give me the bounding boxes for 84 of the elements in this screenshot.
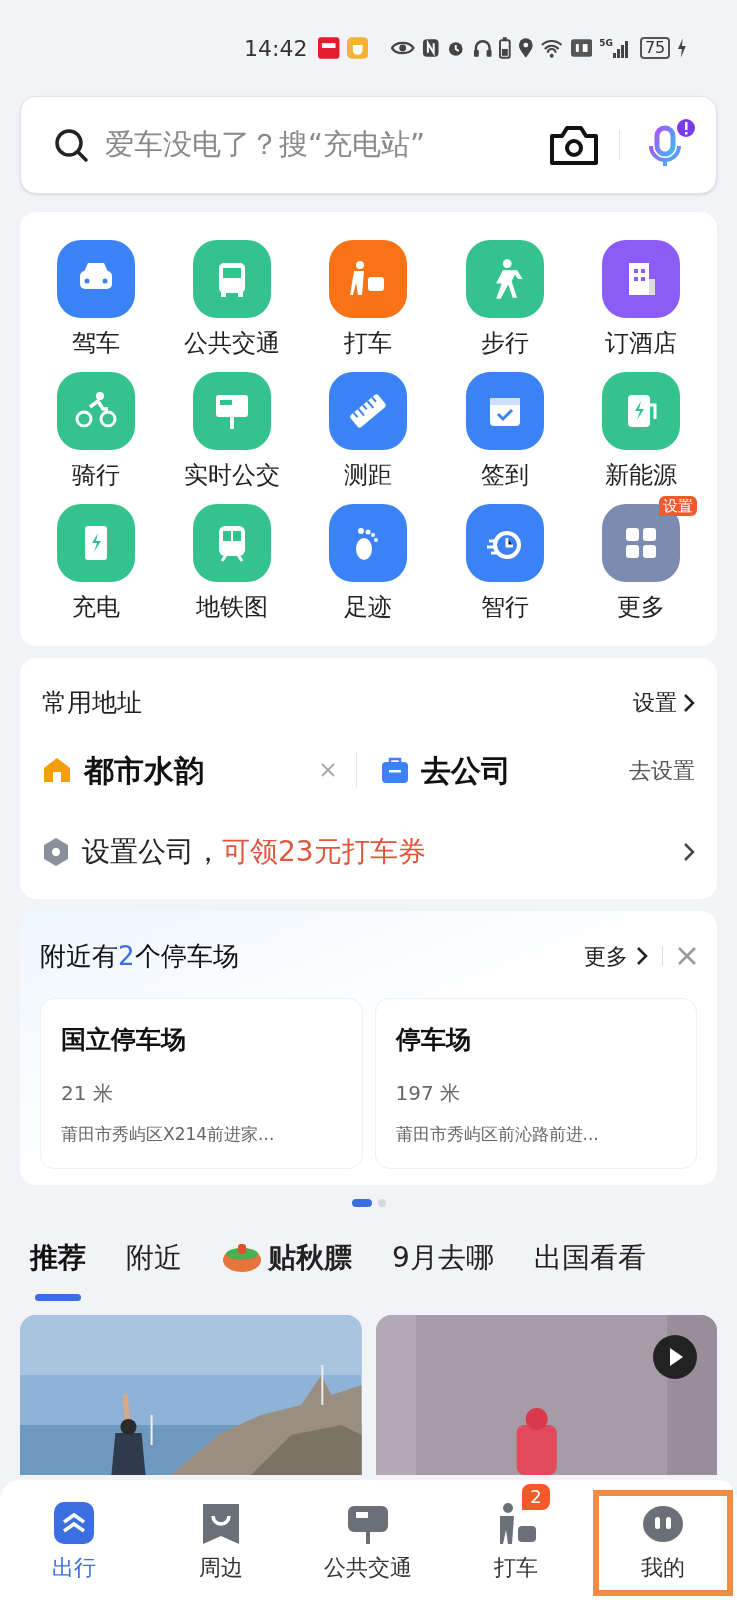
eye-icon bbox=[391, 39, 415, 57]
shortcut-label: 新能源 bbox=[604, 460, 677, 490]
shortcut-button[interactable]: 打车 bbox=[329, 240, 408, 358]
settings-link[interactable]: 设置 bbox=[633, 686, 695, 720]
parking-distance: 197 米 bbox=[395, 1080, 462, 1107]
cup-notification-icon bbox=[346, 37, 369, 59]
nfc-icon bbox=[421, 38, 440, 58]
shortcut-label: 地铁图 bbox=[196, 592, 269, 622]
shortcut-label: 足迹 bbox=[344, 592, 393, 622]
location-icon bbox=[517, 38, 534, 58]
house-icon bbox=[42, 756, 72, 784]
headphones-icon bbox=[472, 38, 493, 58]
work-address: 去公司 bbox=[421, 751, 512, 790]
shortcut-button[interactable]: 签到 bbox=[465, 372, 544, 490]
chevron-right-icon bbox=[636, 946, 648, 966]
network-type: 5G bbox=[599, 38, 613, 48]
shortcut-label: 智行 bbox=[480, 592, 529, 622]
nav-tab[interactable]: 公共交通 bbox=[298, 1490, 439, 1596]
shortcut-label: 实时公交 bbox=[184, 460, 281, 490]
parking-lot-card[interactable]: 停车场 197 米 莆田市秀屿区前沁路前进... bbox=[374, 997, 697, 1169]
nav-tab[interactable]: 我的 bbox=[593, 1490, 734, 1596]
set-up-link[interactable]: 去设置 bbox=[629, 753, 695, 787]
shortcut-label: 充电 bbox=[72, 592, 121, 622]
section-title: 常用地址 bbox=[42, 687, 142, 719]
shortcut-label: 订酒店 bbox=[604, 328, 677, 358]
chevron-right-icon bbox=[683, 692, 695, 713]
shortcut-label: 签到 bbox=[480, 460, 529, 490]
nav-tab[interactable]: 出行 bbox=[3, 1490, 144, 1596]
shortcut-label: 步行 bbox=[480, 328, 529, 358]
shortcut-button[interactable]: 充电 bbox=[57, 504, 136, 622]
parking-title: 附近有2个停车场 bbox=[40, 939, 240, 973]
shortcut-button[interactable]: 公共交通 bbox=[184, 240, 281, 358]
shortcut-button[interactable]: 测距 bbox=[329, 372, 408, 490]
search-input[interactable]: 爱车没电了？搜“充电站” bbox=[105, 123, 529, 167]
parking-address: 莆田市秀屿区X214前进家... bbox=[61, 1123, 276, 1146]
feed-tab[interactable]: 附近 bbox=[126, 1228, 182, 1301]
nav-badge: 2 bbox=[522, 1484, 550, 1510]
parking-distance: 21 米 bbox=[61, 1080, 114, 1107]
parking-lot-card[interactable]: 国立停车场 21 米 莆田市秀屿区X214前进家... bbox=[40, 997, 363, 1169]
shortcut-label: 驾车 bbox=[72, 328, 121, 358]
shortcut-button[interactable]: 驾车 bbox=[57, 240, 136, 358]
status-time: 14:42 bbox=[244, 34, 308, 63]
parking-name: 国立停车场 bbox=[61, 1023, 187, 1056]
play-icon[interactable] bbox=[653, 1334, 697, 1379]
shortcut-button[interactable]: 新能源 bbox=[601, 372, 680, 490]
shortcut-label: 更多 bbox=[616, 592, 665, 622]
hotpot-icon bbox=[222, 1241, 262, 1274]
close-icon[interactable] bbox=[677, 946, 697, 966]
shortcut-button[interactable]: 实时公交 bbox=[184, 372, 281, 490]
chevrons-up-icon bbox=[51, 1500, 96, 1546]
feed-tab[interactable]: 贴秋膘 bbox=[222, 1228, 352, 1301]
signal-icon bbox=[612, 39, 629, 58]
wifi-icon bbox=[540, 38, 564, 58]
battery-level: 75 bbox=[639, 37, 671, 59]
shortcut-button[interactable]: 订酒店 bbox=[601, 240, 680, 358]
shortcut-button[interactable]: 地铁图 bbox=[193, 504, 272, 622]
feed-tab[interactable]: 出国看看 bbox=[533, 1228, 646, 1301]
shortcut-button[interactable]: 步行 bbox=[465, 240, 544, 358]
app-notification-icon bbox=[318, 37, 340, 59]
more-link[interactable]: 更多 bbox=[584, 939, 648, 973]
search-icon bbox=[53, 127, 89, 163]
feed-tab[interactable]: 9月去哪 bbox=[392, 1228, 494, 1301]
shortcut-label: 公共交通 bbox=[184, 328, 281, 358]
chevron-right-icon bbox=[683, 841, 695, 862]
shortcut-label: 测距 bbox=[344, 460, 393, 490]
shortcut-button[interactable]: 骑行 bbox=[57, 372, 136, 490]
shortcut-button[interactable]: 智行 bbox=[465, 504, 544, 622]
camera-icon[interactable] bbox=[549, 124, 599, 166]
charging-icon bbox=[677, 38, 687, 58]
promo-row[interactable]: 设置公司，可领23元打车券 bbox=[42, 830, 695, 873]
parking-address: 莆田市秀屿区前沁路前进... bbox=[395, 1123, 600, 1146]
parking-name: 停车场 bbox=[395, 1023, 472, 1056]
nav-tab[interactable]: 周边 bbox=[151, 1490, 292, 1596]
hexagon-icon bbox=[42, 836, 70, 867]
feed-tab[interactable]: 推荐 bbox=[30, 1228, 86, 1301]
shortcut-label: 打车 bbox=[344, 328, 393, 358]
shortcut-button[interactable]: 足迹 bbox=[329, 504, 408, 622]
search-bar[interactable]: 爱车没电了？搜“充电站” bbox=[20, 96, 717, 194]
device-battery-icon bbox=[499, 37, 511, 59]
briefcase-icon bbox=[381, 756, 409, 784]
coupon-promo-text: 设置公司，可领23元打车券 bbox=[82, 833, 427, 870]
home-address: 都市水韵 bbox=[84, 751, 205, 790]
settings-badge: 设置 bbox=[658, 496, 697, 516]
shortcut-label: 骑行 bbox=[72, 460, 121, 490]
